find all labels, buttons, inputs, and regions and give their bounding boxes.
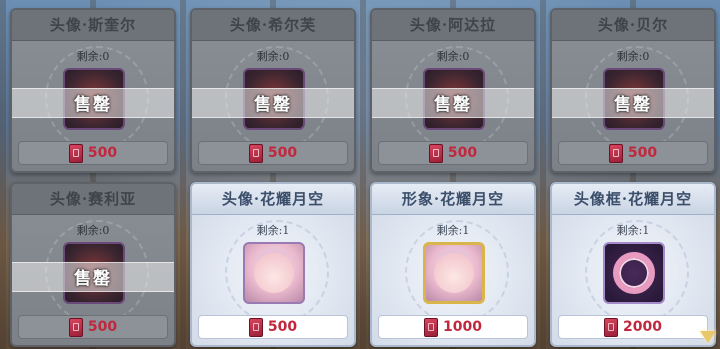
card-title: 头像·斯奎尔 [12, 10, 174, 41]
flower-wreath-icon [613, 252, 655, 294]
shop-card[interactable]: 头像·贝尔 剩余:0 售罄 500 [550, 8, 716, 173]
sold-out-label: 售罄 [74, 95, 112, 115]
price-bar: 500 [198, 315, 348, 339]
card-title: 形象·花耀月空 [372, 184, 534, 215]
price-bar: 500 [18, 315, 168, 339]
ticket-currency-icon [608, 143, 623, 163]
frame-thumbnail [603, 242, 665, 304]
sold-out-label: 售罄 [614, 95, 652, 115]
price-bar: 1000 [378, 315, 528, 339]
card-title: 头像·希尔芙 [192, 10, 354, 41]
card-title: 头像·阿达拉 [372, 10, 534, 41]
scroll-down-arrow-icon[interactable] [700, 331, 716, 343]
shop-card[interactable]: 头像框·花耀月空 剩余:1 2000 [550, 182, 716, 347]
price-bar: 500 [198, 141, 348, 165]
shop-card[interactable]: 头像·希尔芙 剩余:0 售罄 500 [190, 8, 356, 173]
price-bar: 500 [18, 141, 168, 165]
shop-card[interactable]: 头像·赛利亚 剩余:0 售罄 500 [10, 182, 176, 347]
ticket-currency-icon [68, 317, 83, 337]
shop-card[interactable]: 头像·阿达拉 剩余:0 售罄 500 [370, 8, 536, 173]
avatar-thumbnail [243, 242, 305, 304]
price-bar: 500 [378, 141, 528, 165]
shop-grid: 头像·斯奎尔 剩余:0 售罄 500 头像·希尔芙 剩余:0 售罄 500 头像… [10, 8, 720, 349]
price: 1000 [443, 319, 482, 335]
price-bar: 2000 [558, 315, 708, 339]
card-title: 头像·赛利亚 [12, 184, 174, 215]
ticket-currency-icon [424, 317, 439, 337]
price: 500 [87, 145, 118, 161]
price-bar: 500 [558, 141, 708, 165]
ticket-currency-icon [428, 143, 443, 163]
price: 500 [267, 145, 298, 161]
price: 500 [267, 319, 298, 335]
ticket-currency-icon [248, 317, 263, 337]
price: 500 [447, 145, 478, 161]
price: 500 [627, 145, 658, 161]
shop-card[interactable]: 头像·花耀月空 剩余:1 500 [190, 182, 356, 347]
shop-card[interactable]: 头像·斯奎尔 剩余:0 售罄 500 [10, 8, 176, 173]
card-title: 头像框·花耀月空 [552, 184, 714, 215]
shop-card[interactable]: 形象·花耀月空 剩余:1 1000 [370, 182, 536, 347]
character-face-icon [254, 253, 294, 293]
character-face-icon [434, 253, 474, 293]
price: 500 [87, 319, 118, 335]
sold-out-label: 售罄 [74, 269, 112, 289]
ticket-currency-icon [68, 143, 83, 163]
card-title: 头像·花耀月空 [192, 184, 354, 215]
portrait-thumbnail [423, 242, 485, 304]
price: 2000 [623, 319, 662, 335]
card-title: 头像·贝尔 [552, 10, 714, 41]
ticket-currency-icon [248, 143, 263, 163]
ticket-currency-icon [604, 317, 619, 337]
sold-out-label: 售罄 [434, 95, 472, 115]
sold-out-label: 售罄 [254, 95, 292, 115]
